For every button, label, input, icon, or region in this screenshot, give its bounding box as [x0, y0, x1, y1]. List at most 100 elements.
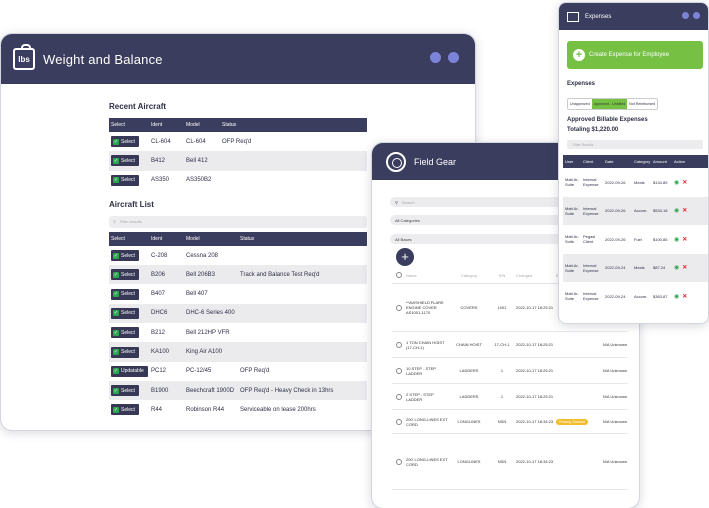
updatable-button[interactable]: ✓ Updatable [111, 365, 148, 377]
expense-client: Internal Expense [583, 291, 599, 302]
table-row[interactable]: 10 STEP - STEP LADDER LADDERS 1 2022-10-17 … [392, 358, 628, 384]
aircraft-status: Serviceable on lease 200hrs [240, 406, 316, 413]
search-placeholder: Filter Results [573, 142, 594, 147]
row-radio[interactable] [396, 458, 402, 465]
expense-client: Internal Expense [583, 262, 599, 273]
row-radio[interactable] [396, 341, 402, 348]
table-header: Select Ident Model Status [109, 118, 367, 132]
tab-approved-unbilled[interactable]: Approved - Unbilled [591, 99, 628, 109]
table-row[interactable]: 1 TON CHAIN HOIST (17-CH-1) CHAIN HOIST 17… [392, 332, 628, 358]
delete-icon[interactable]: ✕ [682, 264, 687, 271]
aircraft-status: OFP Req'd [240, 368, 270, 375]
aircraft-search-input[interactable]: ⚲ Filter results [109, 215, 367, 228]
delete-icon[interactable]: ✕ [682, 236, 687, 243]
delete-icon[interactable]: ✕ [682, 179, 687, 186]
aircraft-list-heading: Aircraft List [109, 199, 154, 209]
view-icon[interactable]: ◉ [674, 179, 679, 186]
table-row: Matt Ar-Suite Internal Expense 2022-09-26 M… [563, 168, 708, 197]
window-dot[interactable] [448, 52, 459, 63]
gear-location: N/A Unknown [602, 459, 628, 464]
table-row: Matt Ar-Suite Pegasi Client 2022-09-26 Fuel… [563, 225, 708, 254]
gear-date: 2022-10-17 18:34:23 [516, 459, 554, 464]
select-cell: ✓ Select [109, 288, 151, 300]
row-radio[interactable] [396, 418, 402, 425]
select-button[interactable]: ✓ Select [111, 327, 139, 339]
add-gear-button[interactable]: + [396, 248, 414, 266]
gear-date: 2022-10-17 18:34:23 [516, 419, 554, 424]
select-button[interactable]: ✓ Select [111, 307, 139, 319]
expense-client: Pegasi Client [583, 234, 596, 245]
delete-icon[interactable]: ✕ [682, 293, 687, 300]
weight-balance-titlebar: lbs Weight and Balance [1, 34, 475, 84]
select-button[interactable]: ✓ Select [111, 269, 139, 281]
gear-sn: NSN [497, 459, 507, 464]
select-cell: ✓ Select [109, 269, 151, 281]
map-icon [567, 11, 579, 22]
select-button[interactable]: ✓ Select [111, 250, 139, 262]
select-button-label: Updatable [121, 368, 144, 375]
row-radio[interactable] [396, 304, 402, 311]
tab-unapproved[interactable]: Unapproved [568, 99, 592, 109]
aircraft-ident: B206 [151, 271, 166, 278]
select-button-label: Select [121, 138, 135, 145]
select-button[interactable]: ✓ Select [111, 385, 139, 397]
gear-name: 2 STEP - STEP LADDER [406, 391, 434, 402]
expense-amount: $134.85 [653, 179, 668, 185]
aircraft-list-table: Select Ident Model Status ✓ Select C-208 Ce… [109, 231, 367, 420]
gear-sn: 1 [500, 394, 504, 399]
search-icon: ⚲ [395, 199, 398, 205]
expense-search-input[interactable]: Filter Results [567, 140, 703, 149]
window-controls[interactable] [430, 52, 459, 63]
expense-user: Matt Ar-Suite [565, 177, 580, 188]
view-icon[interactable]: ◉ [674, 264, 679, 271]
check-icon: ✓ [113, 329, 119, 336]
expense-amount: $363.87 [653, 293, 668, 299]
window-controls[interactable] [682, 12, 700, 19]
delete-icon[interactable]: ✕ [682, 207, 687, 214]
select-button[interactable]: ✓ Select [111, 174, 139, 186]
select-all-radio[interactable] [396, 272, 402, 278]
table-row: Matt Ar-Suite Internal Expense 2022-09-24 M… [563, 253, 708, 282]
select-button[interactable]: ✓ Select [111, 288, 139, 300]
select-cell: ✓ Select [109, 346, 151, 358]
row-radio[interactable] [396, 393, 402, 400]
gear-name: 10 STEP - STEP LADDER [406, 365, 436, 376]
select-button[interactable]: ✓ Select [111, 136, 139, 148]
table-row[interactable]: 200' LONG-LINES EXT CORD LONGLINES NSN 2022… [392, 410, 628, 434]
create-expense-button[interactable]: + Create Expense for Employee [567, 41, 703, 69]
view-icon[interactable]: ◉ [674, 207, 679, 214]
gear-sn: 1 [500, 368, 504, 373]
select-button[interactable]: ✓ Select [111, 346, 139, 358]
table-row: ✓ Updatable PC12 PC-12/45 OFP Req'd [109, 361, 367, 381]
aircraft-ident: CL-604 [151, 138, 171, 145]
search-placeholder: Search [401, 199, 415, 205]
expense-client: Internal Expense [583, 205, 599, 216]
aircraft-model: Bell 212HP VFR [186, 329, 230, 336]
select-button-label: Select [121, 157, 135, 164]
table-row[interactable]: 200' LONG-LINES EXT CORD LONGLINES NSN 2022… [392, 434, 628, 490]
row-radio[interactable] [396, 367, 402, 374]
expense-date: 2022-09-26 [605, 208, 626, 214]
select-button[interactable]: ✓ Select [111, 404, 139, 416]
tab-not-reimbursed[interactable]: Not Reimbursed [627, 99, 657, 109]
expense-category: Accom. [634, 208, 648, 214]
view-icon[interactable]: ◉ [674, 236, 679, 243]
aircraft-model: Cessna 208 [186, 252, 219, 259]
window-dot[interactable] [430, 52, 441, 63]
window-dot[interactable] [693, 12, 700, 19]
view-icon[interactable]: ◉ [674, 293, 679, 300]
col-action: Action [674, 159, 686, 164]
window-dot[interactable] [682, 12, 689, 19]
expense-user: Matt Ar-Suite [565, 205, 580, 216]
expense-date: 2022-09-24 [605, 265, 626, 271]
aircraft-ident: B212 [151, 329, 166, 336]
aircraft-model: Bell 412 [186, 157, 208, 164]
select-cell: ✓ Select [109, 404, 151, 416]
table-row[interactable]: 2 STEP - STEP LADDER LADDERS 1 2022-10-17 1… [392, 384, 628, 410]
aircraft-model: Bell 407 [186, 291, 208, 298]
logo-text: lbs [18, 54, 30, 64]
select-button[interactable]: ✓ Select [111, 155, 139, 167]
gear-date: 2022-10-17 18:25:21 [516, 394, 554, 399]
expense-category: Meals [634, 265, 645, 271]
action-cell: ◉ ✕ [674, 264, 708, 271]
